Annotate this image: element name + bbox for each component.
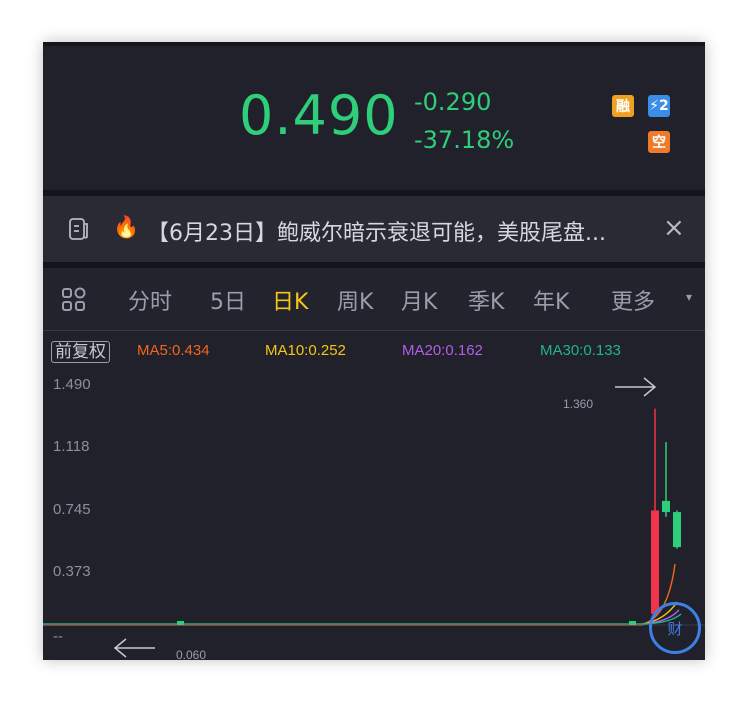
candles-group [651, 408, 681, 616]
candle-body [651, 510, 659, 614]
kline-chart[interactable] [43, 42, 705, 660]
small-candle [629, 621, 636, 625]
candle-body [673, 512, 681, 548]
finance-badge[interactable]: 财 [649, 602, 701, 654]
candle-body [662, 500, 670, 513]
stock-app-screen: 0.490 -0.290 -37.18% 融 ⚡2 空 🔥 【6月23日】鲍威尔… [43, 42, 705, 660]
high-price-label: 1.360 [563, 397, 594, 411]
small-candle [177, 621, 184, 625]
low-price-label: 0.060 [176, 648, 207, 660]
